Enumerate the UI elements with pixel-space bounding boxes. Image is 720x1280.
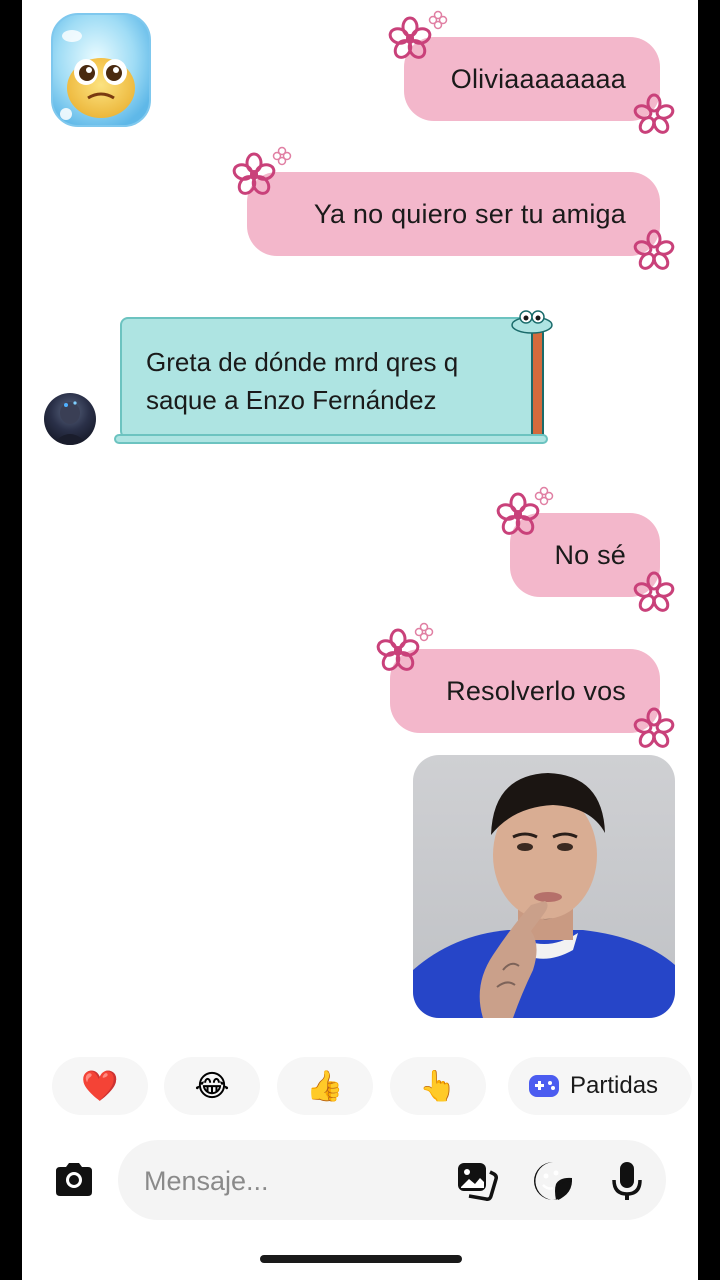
message-text-line: saque a Enzo Fernández bbox=[146, 385, 437, 415]
flower-decoration-icon bbox=[388, 16, 432, 59]
outgoing-message[interactable]: Oliviaaaaaaaa bbox=[404, 37, 660, 121]
small-flower-icon bbox=[272, 146, 292, 166]
small-flower-icon bbox=[414, 622, 434, 642]
heart-icon: ❤️ bbox=[81, 1069, 119, 1103]
message-composer bbox=[118, 1140, 666, 1220]
games-label: Partidas bbox=[570, 1072, 659, 1099]
reaction-point-button[interactable]: 👆 bbox=[390, 1057, 486, 1115]
chat-screen: Oliviaaaaaaaa Ya no quiero ser tu amiga bbox=[22, 0, 698, 1280]
gallery-icon[interactable] bbox=[456, 1160, 498, 1202]
scroll-rod-decoration bbox=[531, 330, 544, 438]
small-flower-icon bbox=[428, 10, 448, 30]
flower-decoration-icon bbox=[633, 229, 675, 270]
message-text: No sé bbox=[554, 539, 626, 570]
ice-cube-sticker[interactable] bbox=[48, 10, 154, 130]
message-text: Ya no quiero ser tu amiga bbox=[313, 198, 626, 229]
reaction-thumbs-up-button[interactable]: 👍 bbox=[277, 1057, 373, 1115]
flower-decoration-icon bbox=[633, 93, 675, 134]
message-text: Resolverlo vos bbox=[446, 675, 626, 706]
sticker-icon[interactable] bbox=[532, 1160, 574, 1202]
flower-decoration-icon bbox=[232, 152, 276, 195]
scroll-bottom-decoration bbox=[114, 434, 548, 444]
flower-decoration-icon bbox=[633, 707, 675, 748]
thumbs-up-icon: 👍 bbox=[306, 1069, 344, 1103]
message-text-line: Greta de dónde mrd qres q bbox=[146, 347, 459, 377]
gamepad-icon bbox=[529, 1075, 559, 1097]
reaction-laugh-button[interactable]: 😂 bbox=[164, 1057, 260, 1115]
reaction-heart-button[interactable]: ❤️ bbox=[52, 1057, 148, 1115]
camera-icon[interactable] bbox=[52, 1158, 96, 1202]
message-input[interactable] bbox=[142, 1160, 436, 1202]
small-flower-icon bbox=[534, 486, 554, 506]
flower-decoration-icon bbox=[633, 571, 675, 612]
games-button[interactable]: Partidas bbox=[508, 1057, 692, 1115]
microphone-icon[interactable] bbox=[606, 1160, 648, 1202]
photo-message[interactable] bbox=[413, 755, 675, 1018]
frog-eyes-icon bbox=[511, 310, 553, 334]
message-text: Oliviaaaaaaaa bbox=[450, 63, 626, 94]
home-indicator[interactable] bbox=[260, 1255, 462, 1263]
sender-avatar[interactable] bbox=[44, 393, 96, 445]
laughing-tears-icon: 😂 bbox=[194, 1069, 230, 1103]
incoming-message[interactable]: Greta de dónde mrd qres q saque a Enzo F… bbox=[120, 317, 534, 439]
outgoing-message[interactable]: Ya no quiero ser tu amiga bbox=[247, 172, 660, 256]
pointing-hand-icon: 👆 bbox=[419, 1069, 457, 1103]
outgoing-message[interactable]: Resolverlo vos bbox=[390, 649, 660, 733]
